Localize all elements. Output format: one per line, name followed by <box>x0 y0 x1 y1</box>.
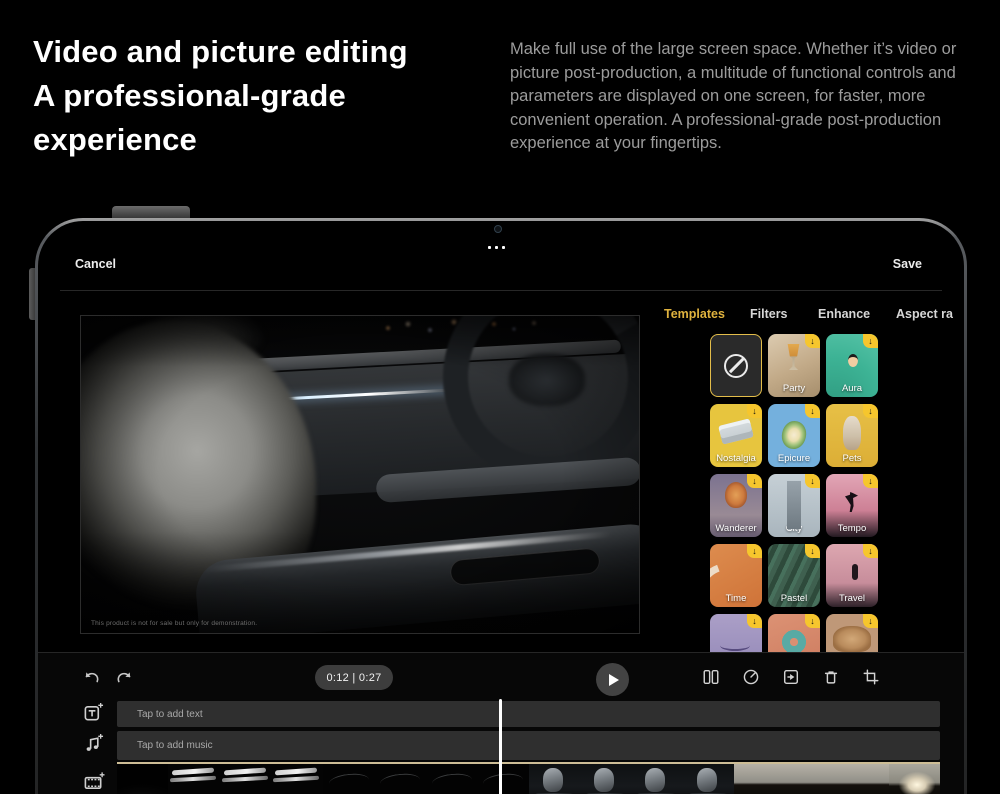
template-grid: ↓ Party ↓ Aura ↓ Nostalgia ↓ Epicure ↓ <box>710 334 886 652</box>
car-interior-image <box>81 316 639 633</box>
template-label: Tempo <box>826 523 878 534</box>
download-icon: ↓ <box>805 544 820 558</box>
preview-disclaimer: This product is not for sale but only fo… <box>91 620 257 627</box>
template-tile[interactable]: ↓ Pastel <box>768 544 820 607</box>
tab-aspect-ratio[interactable]: Aspect ra <box>896 307 953 321</box>
undo-button[interactable] <box>82 669 101 686</box>
tab-filters[interactable]: Filters <box>750 307 788 321</box>
template-tile[interactable]: ↓ <box>768 614 820 652</box>
download-icon: ↓ <box>863 614 878 628</box>
download-icon: ↓ <box>805 334 820 348</box>
page-description: Make full use of the large screen space.… <box>510 38 958 156</box>
add-music-icon[interactable] <box>83 733 104 759</box>
template-label: Party <box>768 383 820 394</box>
template-tile[interactable]: ↓ City <box>768 474 820 537</box>
download-icon: ↓ <box>747 404 762 418</box>
template-label: City <box>768 523 820 534</box>
crop-button[interactable] <box>862 668 880 686</box>
front-camera-icon <box>494 225 502 233</box>
template-label: Time <box>710 593 762 604</box>
template-tile[interactable]: ↓ Travel <box>826 544 878 607</box>
template-label: Pets <box>826 453 878 464</box>
more-options-icon[interactable] <box>488 246 505 249</box>
template-tile[interactable]: ↓ <box>710 614 762 652</box>
template-label: Aura <box>826 383 878 394</box>
timeline-panel: 0:12 | 0:27 <box>38 652 964 794</box>
speed-button[interactable] <box>742 668 760 686</box>
download-icon: ↓ <box>863 544 878 558</box>
cancel-button[interactable]: Cancel <box>75 257 116 271</box>
tab-enhance[interactable]: Enhance <box>818 307 870 321</box>
redo-button[interactable] <box>115 669 134 686</box>
delete-button[interactable] <box>822 668 840 686</box>
save-button[interactable]: Save <box>893 257 922 271</box>
download-icon: ↓ <box>747 474 762 488</box>
title-line: experience <box>33 118 408 162</box>
template-label: Wanderer <box>710 523 762 534</box>
template-label: Travel <box>826 593 878 604</box>
template-tile[interactable]: ↓ Tempo <box>826 474 878 537</box>
none-icon <box>724 354 748 378</box>
text-track[interactable]: Tap to add text <box>117 701 940 727</box>
download-icon: ↓ <box>863 404 878 418</box>
download-icon: ↓ <box>805 404 820 418</box>
template-tile[interactable]: ↓ Epicure <box>768 404 820 467</box>
time-display: 0:12 | 0:27 <box>315 665 393 690</box>
extract-button[interactable] <box>782 668 800 686</box>
template-tile[interactable]: ↓ Aura <box>826 334 878 397</box>
divider <box>60 290 942 291</box>
tab-templates[interactable]: Templates <box>664 307 725 321</box>
template-label: Nostalgia <box>710 453 762 464</box>
title-line: Video and picture editing <box>33 30 408 74</box>
split-button[interactable] <box>702 668 720 686</box>
play-button[interactable] <box>596 663 629 696</box>
template-tile[interactable]: ↓ Party <box>768 334 820 397</box>
title-line: A professional-grade <box>33 74 408 118</box>
download-icon: ↓ <box>747 544 762 558</box>
video-filmstrip[interactable] <box>117 764 940 794</box>
page-title: Video and picture editing A professional… <box>33 30 408 162</box>
template-tile[interactable]: ↓ Wanderer <box>710 474 762 537</box>
template-tile[interactable]: ↓ Time <box>710 544 762 607</box>
download-icon: ↓ <box>863 474 878 488</box>
video-preview[interactable]: This product is not for sale but only fo… <box>80 315 640 634</box>
page: Video and picture editing A professional… <box>0 0 1000 794</box>
tablet: Cancel Save Templates Filters Enhance As… <box>35 218 967 794</box>
template-label: Epicure <box>768 453 820 464</box>
template-tile[interactable]: ↓ <box>826 614 878 652</box>
music-track[interactable]: Tap to add music <box>117 731 940 760</box>
playhead[interactable] <box>499 699 502 794</box>
tablet-screen: Cancel Save Templates Filters Enhance As… <box>38 221 964 794</box>
download-icon: ↓ <box>747 614 762 628</box>
add-text-icon[interactable] <box>83 702 104 728</box>
template-tile[interactable]: ↓ Nostalgia <box>710 404 762 467</box>
download-icon: ↓ <box>863 334 878 348</box>
download-icon: ↓ <box>805 474 820 488</box>
download-icon: ↓ <box>805 614 820 628</box>
template-tile[interactable]: ↓ Pets <box>826 404 878 467</box>
add-clip-icon[interactable] <box>83 771 105 794</box>
template-label: Pastel <box>768 593 820 604</box>
template-tile-none[interactable] <box>710 334 762 397</box>
